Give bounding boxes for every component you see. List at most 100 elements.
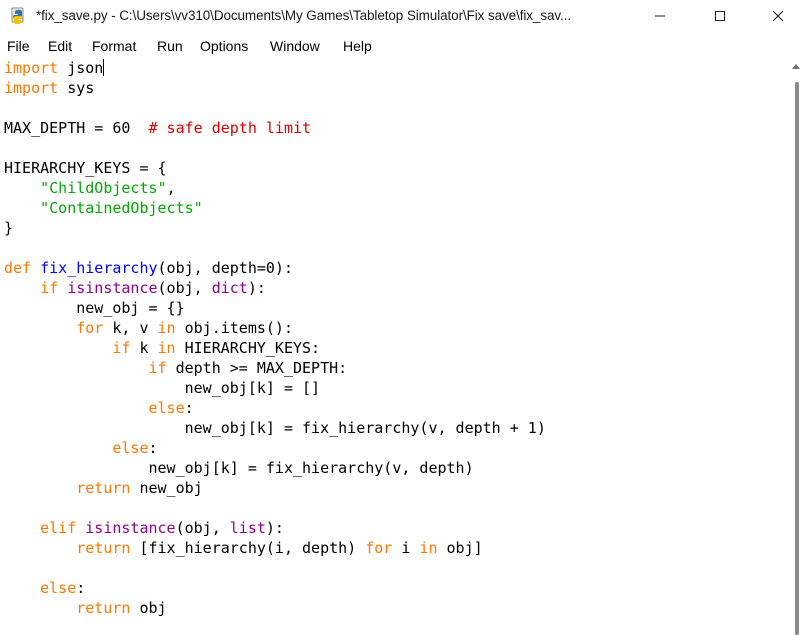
code-line[interactable]: "ContainedObjects" [4, 198, 203, 218]
code-token: sys [58, 79, 95, 97]
window-title: *fix_save.py - C:\Users\vv310\Documents\… [36, 8, 571, 23]
scroll-thumb[interactable] [795, 82, 799, 635]
code-line[interactable]: new_obj = {} [4, 298, 184, 318]
menu-run[interactable]: Run [157, 38, 183, 54]
code-token: new_obj[k] = fix_hierarchy(v, depth + 1) [4, 419, 546, 437]
code-line[interactable]: def fix_hierarchy(obj, depth=0): [4, 258, 293, 278]
code-line[interactable]: elif isinstance(obj, list): [4, 518, 284, 538]
code-token: dict [211, 279, 248, 297]
code-token: obj] [437, 539, 483, 557]
code-token: in [419, 539, 438, 557]
code-token: } [4, 219, 14, 237]
code-token: elif [40, 519, 77, 537]
idle-editor-window: *fix_save.py - C:\Users\vv310\Documents\… [0, 0, 804, 635]
menu-window[interactable]: Window [270, 38, 320, 54]
code-token: (obj, [157, 279, 212, 297]
code-token: for [76, 319, 104, 337]
code-token: in [157, 319, 176, 337]
code-line[interactable]: HIERARCHY_KEYS = { [4, 158, 167, 178]
code-token: obj.items(): [175, 319, 293, 337]
code-token: k, v [103, 319, 158, 337]
code-token: ): [265, 519, 284, 537]
menu-bar: File Edit Format Run Options Window Help [0, 34, 804, 58]
vertical-scrollbar[interactable] [790, 58, 804, 635]
code-token: if [40, 279, 59, 297]
code-line[interactable]: if depth >= MAX_DEPTH: [4, 358, 348, 378]
code-token: json [58, 59, 104, 77]
code-token: (obj, depth=0): [157, 259, 293, 277]
code-line[interactable]: else: [4, 578, 85, 598]
code-token: fix_hierarchy [40, 259, 158, 277]
code-line[interactable]: else: [4, 398, 194, 418]
code-token: obj [130, 599, 167, 617]
code-token: new_obj [130, 479, 203, 497]
code-token: import [4, 79, 59, 97]
code-token: list [229, 519, 266, 537]
code-token: isinstance [85, 519, 176, 537]
code-token: else [112, 439, 149, 457]
code-line[interactable]: else: [4, 438, 157, 458]
code-line[interactable]: if k in HIERARCHY_KEYS: [4, 338, 320, 358]
code-token: ): [247, 279, 266, 297]
maximize-icon [715, 11, 725, 21]
menu-options[interactable]: Options [200, 38, 248, 54]
code-token: "ContainedObjects" [40, 199, 203, 217]
code-line[interactable]: new_obj[k] = [] [4, 378, 320, 398]
code-token: MAX_DEPTH = 60 [4, 119, 149, 137]
maximize-button[interactable] [690, 0, 750, 32]
close-button[interactable] [748, 0, 804, 32]
code-line[interactable]: new_obj[k] = fix_hierarchy(v, depth + 1) [4, 418, 546, 438]
code-token: [fix_hierarchy(i, depth) [130, 539, 366, 557]
menu-file[interactable]: File [7, 38, 30, 54]
code-token: HIERARCHY_KEYS: [175, 339, 321, 357]
code-token: isinstance [67, 279, 158, 297]
code-line[interactable]: return [fix_hierarchy(i, depth) for i in… [4, 538, 483, 558]
code-token: (obj, [175, 519, 230, 537]
code-line[interactable]: for k, v in obj.items(): [4, 318, 293, 338]
code-editor[interactable]: import json import sys MAX_DEPTH = 60 # sa… [0, 58, 790, 635]
close-icon [772, 10, 784, 22]
code-token: HIERARCHY_KEYS = { [4, 159, 167, 177]
code-token: return [76, 479, 131, 497]
code-token: depth >= MAX_DEPTH: [166, 359, 348, 377]
code-token: : [184, 399, 194, 417]
code-line[interactable]: new_obj[k] = fix_hierarchy(v, depth) [4, 458, 474, 478]
code-line[interactable]: MAX_DEPTH = 60 # safe depth limit [4, 118, 311, 138]
code-line[interactable]: return new_obj [4, 478, 203, 498]
scroll-up-icon[interactable] [792, 64, 800, 69]
minimize-button[interactable] [630, 0, 690, 32]
title-bar[interactable]: *fix_save.py - C:\Users\vv310\Documents\… [0, 0, 804, 34]
code-line[interactable]: import json [4, 58, 105, 78]
code-line[interactable]: import sys [4, 78, 94, 98]
menu-help[interactable]: Help [343, 38, 372, 54]
code-token: for [365, 539, 393, 557]
menu-format[interactable]: Format [92, 38, 136, 54]
code-line[interactable]: "ChildObjects", [4, 178, 176, 198]
code-line[interactable]: if isinstance(obj, dict): [4, 278, 266, 298]
code-line[interactable]: } [4, 218, 13, 238]
code-token: else [148, 399, 185, 417]
minimize-icon [655, 15, 665, 17]
code-token: import [4, 59, 59, 77]
menu-edit[interactable]: Edit [48, 38, 72, 54]
code-line[interactable]: return obj [4, 598, 167, 618]
code-token: , [166, 179, 176, 197]
code-token: new_obj[k] = fix_hierarchy(v, depth) [4, 459, 474, 477]
code-token: i [392, 539, 420, 557]
code-token: # safe depth limit [148, 119, 312, 137]
code-token: k [130, 339, 158, 357]
